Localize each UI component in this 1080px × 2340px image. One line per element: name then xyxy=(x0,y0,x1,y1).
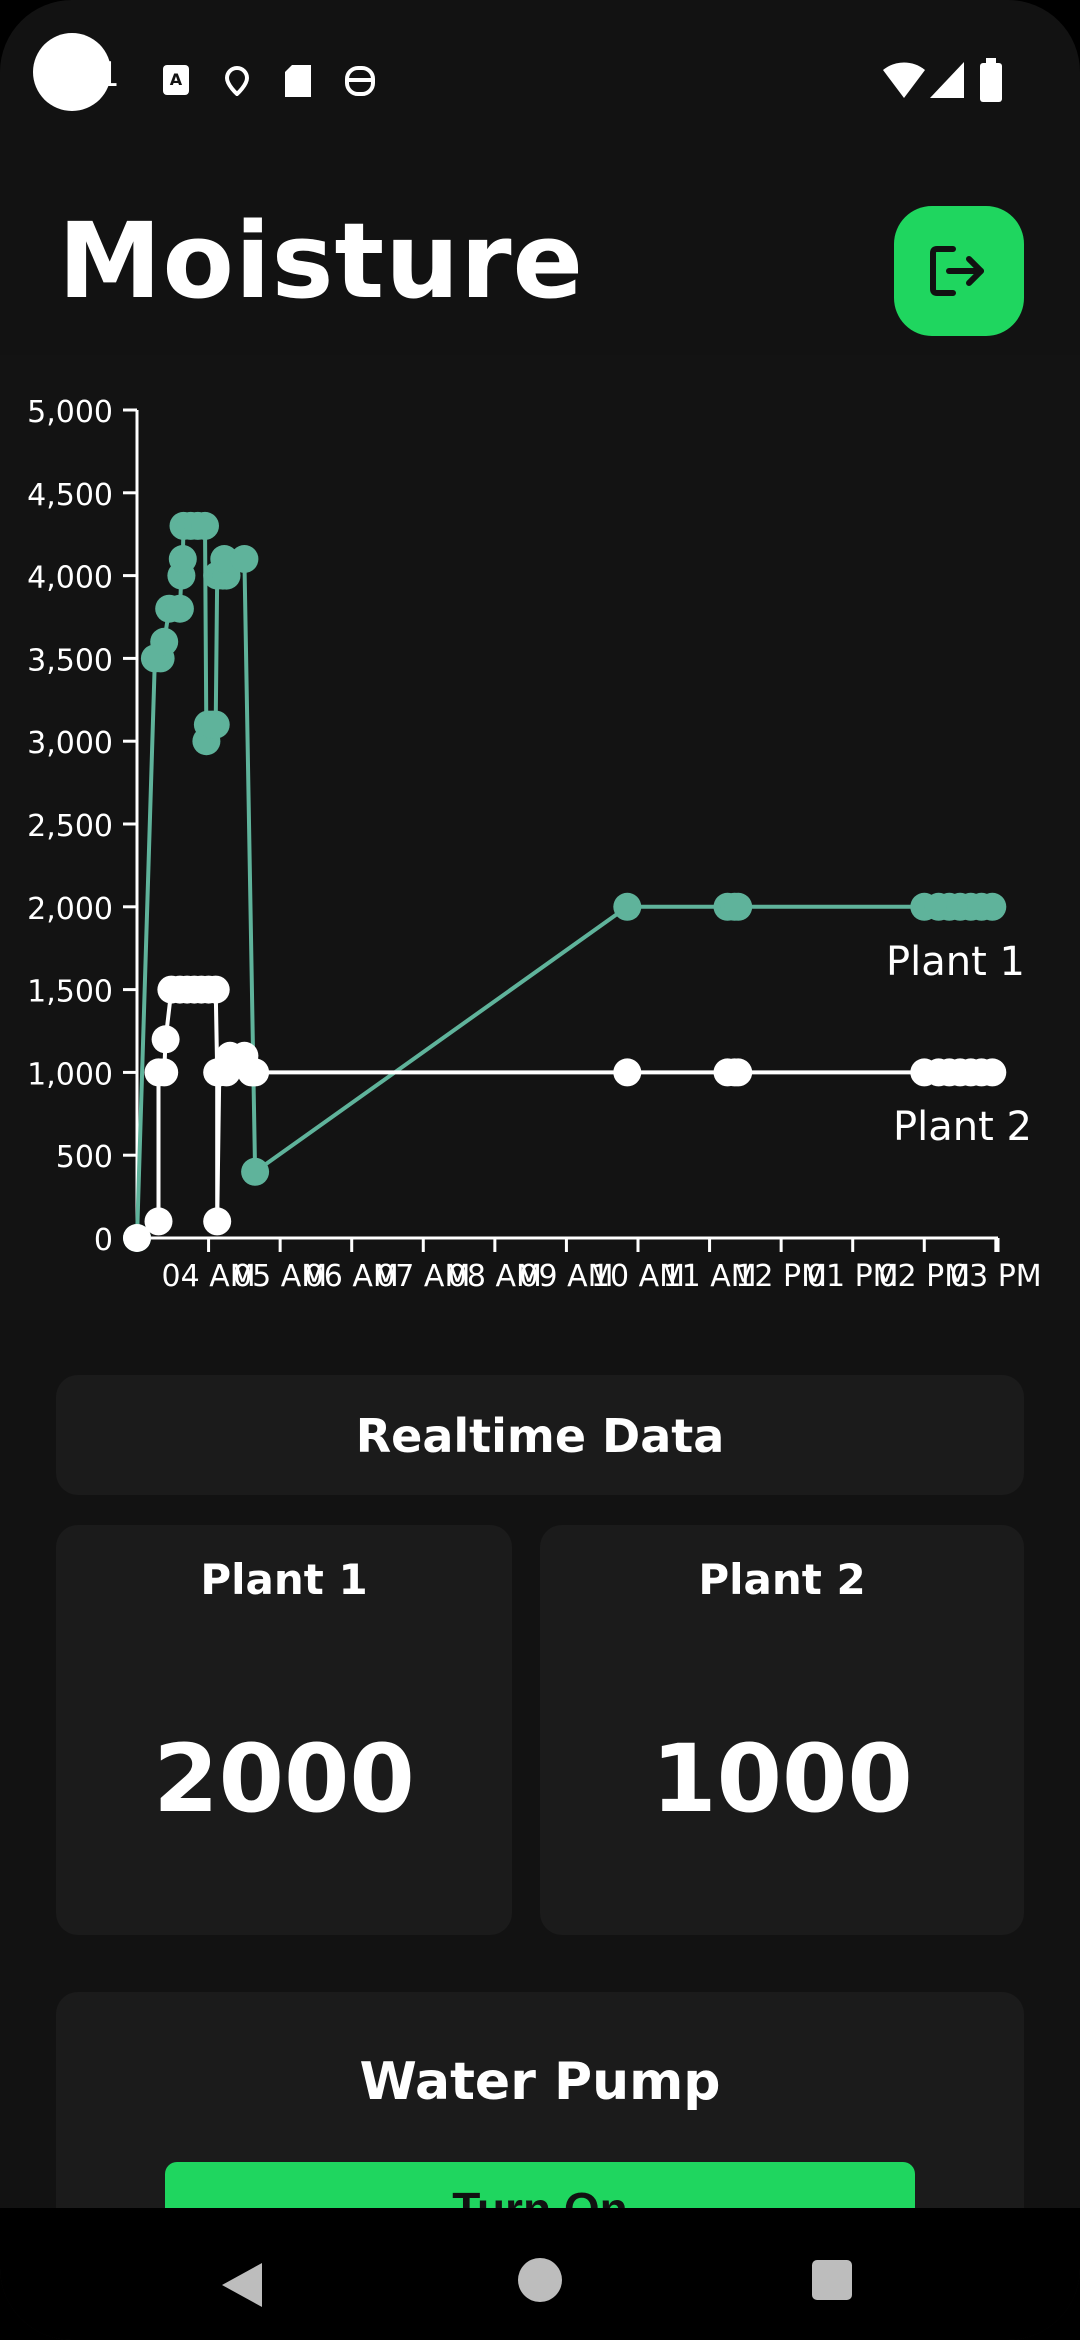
robot-face-icon xyxy=(345,66,375,96)
status-time: 1 xyxy=(98,55,120,95)
sd-card-icon xyxy=(285,65,311,97)
moisture-chart: 0 500 1,000 1,500 2,000 2,500 3,000 3,500 4,000 4… xyxy=(27,395,1042,1294)
data-point-plant-2 xyxy=(724,1058,753,1087)
battery-icon xyxy=(980,58,1002,102)
y-tick-label: 1,500 xyxy=(27,975,113,1010)
data-point-plant-1 xyxy=(724,892,753,921)
data-point-plant-1 xyxy=(191,511,219,540)
y-tick-label: 2,500 xyxy=(27,809,113,844)
wifi-icon xyxy=(883,62,925,98)
y-tick-label: 2,000 xyxy=(27,892,113,927)
series-lines xyxy=(135,523,993,1240)
data-point-plant-1 xyxy=(978,892,1007,921)
data-point-plant-2 xyxy=(203,1207,232,1236)
plant-2-label: Plant 2 xyxy=(698,1555,866,1604)
data-point-plant-1 xyxy=(230,545,259,573)
data-point-plant-2 xyxy=(978,1058,1007,1087)
home-circle-icon[interactable] xyxy=(518,2258,562,2302)
plant-2-value: 1000 xyxy=(651,1725,913,1834)
plant-1-label: Plant 1 xyxy=(200,1555,368,1604)
data-point-plant-2 xyxy=(144,1207,173,1236)
data-point-plant-2 xyxy=(150,1058,179,1087)
y-axis: 0 500 1,000 1,500 2,000 2,500 3,000 3,500 4,000 4… xyxy=(27,395,139,1258)
location-pin-icon xyxy=(224,66,250,96)
x-axis: 04 AM05 AM06 AM07 AM08 AM09 AM10 AM11 AM… xyxy=(123,1236,1042,1294)
data-point-plant-1 xyxy=(150,627,179,656)
y-tick-label: 0 xyxy=(94,1223,113,1258)
x-tick-label: 03 PM xyxy=(950,1259,1042,1294)
logout-button[interactable] xyxy=(894,206,1024,336)
series-label-plant-1: Plant 1 xyxy=(886,939,1025,985)
y-tick-label: 3,000 xyxy=(27,726,113,761)
y-tick-label: 4,000 xyxy=(27,561,113,596)
realtime-data-header-card: Realtime Data xyxy=(56,1375,1024,1495)
data-point-plant-2 xyxy=(613,1058,642,1087)
y-tick-label: 3,500 xyxy=(27,643,113,678)
plant-1-card: Plant 1 2000 xyxy=(56,1525,512,1935)
data-point-plant-1 xyxy=(168,545,197,573)
data-point-plant-1 xyxy=(241,1157,270,1186)
data-point-plant-1 xyxy=(201,710,230,739)
y-tick-label: 5,000 xyxy=(27,395,113,430)
y-tick-label: 4,500 xyxy=(27,478,113,513)
svg-text:A: A xyxy=(170,70,183,89)
series-line-plant-1 xyxy=(135,523,993,1239)
data-point-plant-2 xyxy=(241,1058,270,1087)
recents-square-icon[interactable] xyxy=(812,2260,852,2300)
app-screen: 1 A Moisture 0 500 1,000 1,500 2,000 2,5… xyxy=(0,0,1080,2340)
system-nav-bar xyxy=(0,2208,1080,2340)
realtime-data-title: Realtime Data xyxy=(355,1409,725,1463)
y-tick-label: 500 xyxy=(56,1140,113,1175)
water-pump-title: Water Pump xyxy=(359,2052,721,2112)
moisture-chart-panel: 0 500 1,000 1,500 2,000 2,500 3,000 3,500 4,000 4… xyxy=(0,355,1080,1320)
page-title: Moisture xyxy=(58,200,585,322)
series-label-plant-2: Plant 2 xyxy=(893,1104,1032,1150)
series-line-plant-2 xyxy=(135,987,993,1240)
status-bar: 1 A xyxy=(0,0,1080,165)
plant-1-value: 2000 xyxy=(153,1725,415,1834)
logout-icon xyxy=(930,246,984,296)
data-point-plant-2 xyxy=(201,975,230,1004)
y-tick-label: 1,000 xyxy=(27,1057,113,1092)
plant-2-card: Plant 2 1000 xyxy=(540,1525,1024,1935)
data-point-plant-1 xyxy=(613,892,642,921)
signal-icon xyxy=(930,62,964,98)
a-notification-icon: A xyxy=(163,65,189,95)
data-point-plant-2 xyxy=(151,1025,180,1054)
data-point-plant-1 xyxy=(165,594,194,623)
back-triangle-icon[interactable] xyxy=(222,2263,262,2307)
